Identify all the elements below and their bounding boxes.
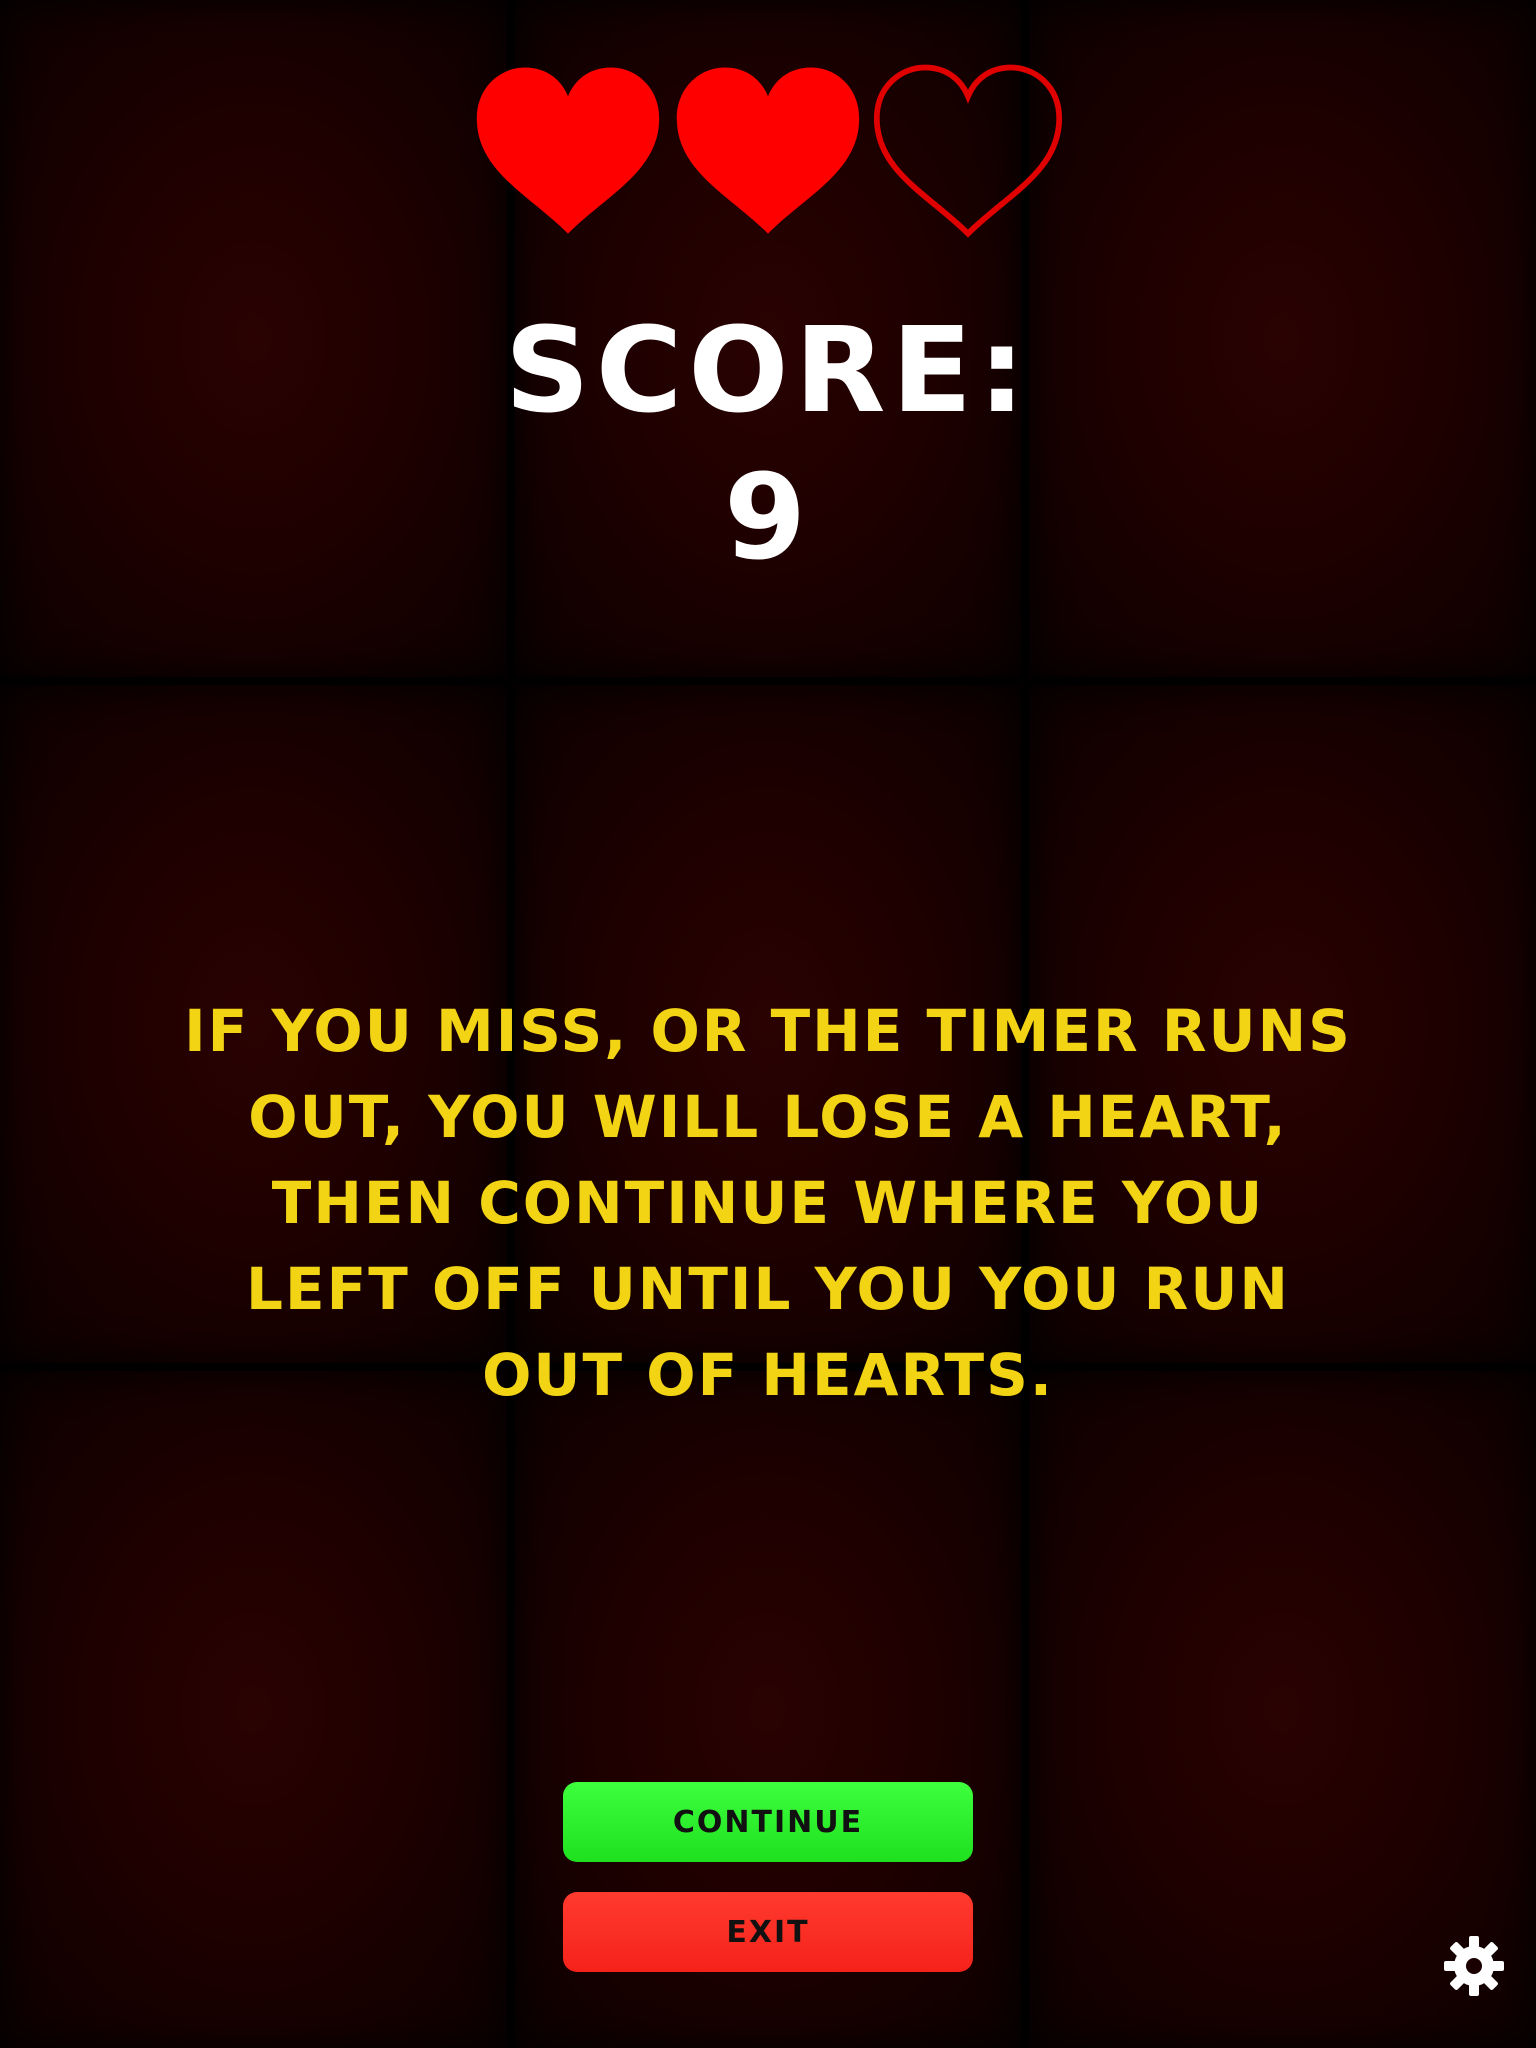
score-label: SCORE:: [504, 301, 1032, 439]
exit-button[interactable]: EXIT: [563, 1892, 973, 1972]
heart-full-icon: [472, 60, 664, 244]
gear-icon[interactable]: [1442, 1934, 1506, 1998]
score-value: 9: [723, 448, 813, 586]
heart-empty-icon: [872, 60, 1064, 244]
grid-cell: [0, 1370, 507, 2048]
lives-hearts: [0, 60, 1536, 244]
heart-full-icon: [672, 60, 864, 244]
instructions-message: IF YOU MISS, OR THE TIMER RUNS OUT, YOU …: [184, 997, 1352, 1409]
continue-button[interactable]: CONTINUE: [563, 1782, 973, 1862]
